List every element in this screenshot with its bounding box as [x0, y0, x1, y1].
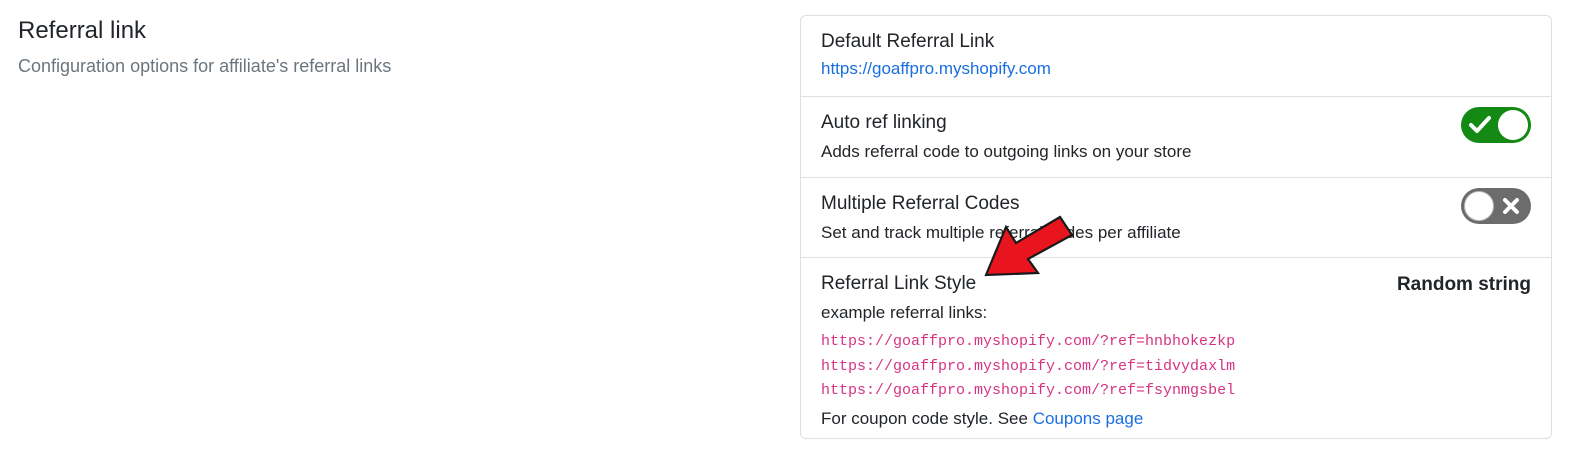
multiple-referral-codes-description: Set and track multiple referral codes pe…	[821, 223, 1181, 242]
toggle-knob	[1498, 110, 1528, 140]
referral-link-style-row: Referral Link Style Random string exampl…	[801, 257, 1551, 439]
default-referral-link-row: Default Referral Link https://goaffpro.m…	[801, 16, 1551, 97]
multiple-referral-codes-title: Multiple Referral Codes	[821, 193, 1020, 214]
coupon-note: For coupon code style. See Coupons page	[821, 406, 1531, 432]
example-link: https://goaffpro.myshopify.com/?ref=fsyn…	[821, 382, 1236, 399]
multiple-referral-codes-row: Multiple Referral Codes Set and track mu…	[801, 177, 1551, 258]
x-icon	[1503, 198, 1519, 214]
auto-ref-linking-description: Adds referral code to outgoing links on …	[821, 142, 1192, 161]
section-title: Referral link	[18, 17, 147, 44]
default-referral-link-url[interactable]: https://goaffpro.myshopify.com	[821, 59, 1051, 78]
auto-ref-linking-row: Auto ref linking Adds referral code to o…	[801, 96, 1551, 177]
default-referral-link-title: Default Referral Link	[821, 31, 995, 52]
auto-ref-linking-title: Auto ref linking	[821, 112, 947, 133]
section-intro: Referral link Configuration options for …	[18, 14, 758, 79]
example-links-label: example referral links:	[821, 303, 988, 322]
example-links-list: https://goaffpro.myshopify.com/?ref=hnbh…	[821, 330, 1531, 404]
example-link: https://goaffpro.myshopify.com/?ref=hnbh…	[821, 333, 1236, 350]
referral-link-style-value[interactable]: Random string	[1397, 272, 1531, 298]
auto-ref-linking-toggle[interactable]	[1461, 107, 1531, 143]
toggle-knob	[1464, 191, 1494, 221]
example-link: https://goaffpro.myshopify.com/?ref=tidv…	[821, 357, 1236, 375]
coupons-page-link[interactable]: Coupons page	[1033, 409, 1144, 428]
multiple-referral-codes-toggle[interactable]	[1461, 188, 1531, 224]
referral-settings-card: Default Referral Link https://goaffpro.m…	[800, 15, 1552, 439]
check-icon	[1469, 116, 1491, 133]
section-description: Configuration options for affiliate's re…	[18, 56, 392, 76]
coupon-note-text: For coupon code style. See	[821, 408, 1028, 428]
